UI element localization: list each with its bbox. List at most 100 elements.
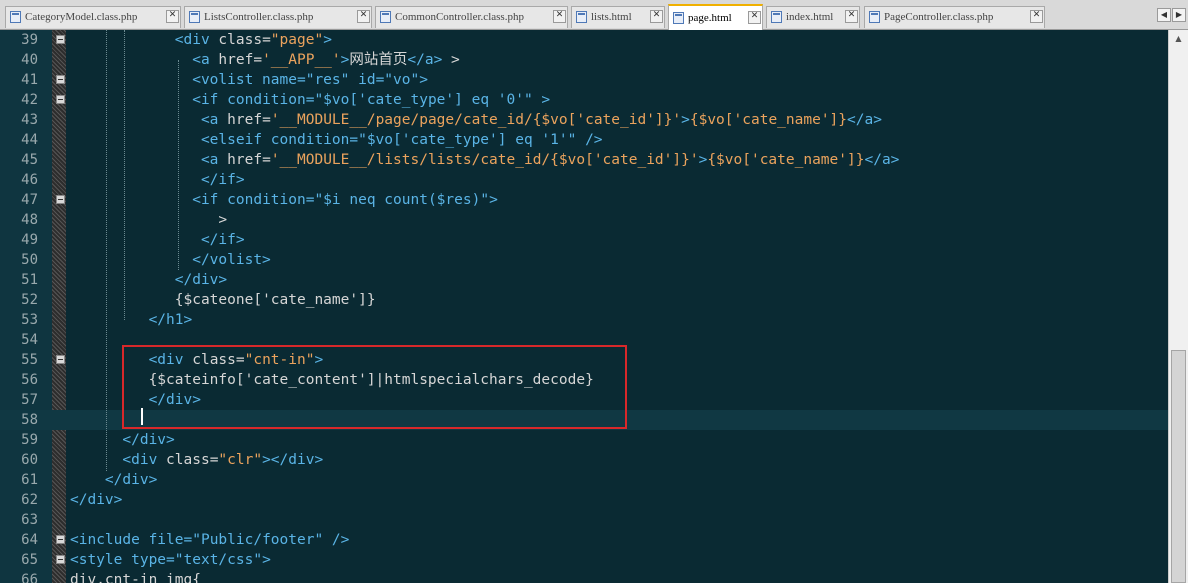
tab-page-html[interactable]: page.html ✕ xyxy=(668,4,763,30)
code-line[interactable]: 53 </h1> xyxy=(0,310,1168,330)
tab-label: lists.html xyxy=(591,11,632,23)
fold-toggle-icon[interactable] xyxy=(56,555,65,564)
tab-index-html[interactable]: index.html ✕ xyxy=(766,6,860,28)
code-line[interactable]: 64 <include file="Public/footer" /> xyxy=(0,530,1168,550)
code-line[interactable]: 44 <elseif condition="$vo['cate_type'] e… xyxy=(0,130,1168,150)
tab-scroll-left-button[interactable]: ◀ xyxy=(1157,8,1171,22)
highlight-box xyxy=(122,345,627,429)
code-line[interactable]: 52 {$cateone['cate_name']} xyxy=(0,290,1168,310)
code-editor[interactable]: 39 <div class="page"> 40 <a href='__APP__… xyxy=(0,30,1188,583)
code-token: <volist xyxy=(192,72,254,88)
line-number: 56 xyxy=(21,372,38,388)
code-token: "$i neq count($res)" xyxy=(314,192,490,208)
close-icon[interactable]: ✕ xyxy=(845,10,858,23)
fold-toggle-icon[interactable] xyxy=(56,535,65,544)
code-token: </volist> xyxy=(192,252,271,268)
code-token: ']}' xyxy=(663,152,699,168)
code-token: '__MODULE__/page/page/cate_id/{$vo[' xyxy=(270,112,586,128)
tab-label: ListsController.class.php xyxy=(204,11,314,23)
line-number: 55 xyxy=(21,352,38,368)
fold-toggle-icon[interactable] xyxy=(56,95,65,104)
tab-commoncontroller[interactable]: CommonController.class.php ✕ xyxy=(375,6,568,28)
code-line[interactable]: 48 > xyxy=(0,210,1168,230)
close-icon[interactable]: ✕ xyxy=(1030,10,1043,23)
code-token: "page" xyxy=(270,32,324,48)
line-number: 39 xyxy=(21,32,38,48)
code-line[interactable]: 65 <style type="text/css"> xyxy=(0,550,1168,570)
code-line[interactable]: 45 <a href='__MODULE__/lists/lists/cate_… xyxy=(0,150,1168,170)
code-line[interactable]: 50 </volist> xyxy=(0,250,1168,270)
code-line[interactable]: 63 xyxy=(0,510,1168,530)
close-icon[interactable]: ✕ xyxy=(650,10,663,23)
code-line[interactable]: 40 <a href='__APP__'>网站首页</a> > xyxy=(0,50,1168,70)
code-line[interactable]: 59 </div> xyxy=(0,430,1168,450)
code-line[interactable]: 41 <volist name="res" id="vo"> xyxy=(0,70,1168,90)
code-token: <include xyxy=(70,532,140,548)
code-line[interactable]: 46 </if> xyxy=(0,170,1168,190)
line-number: 54 xyxy=(21,332,38,348)
code-token: cate_name xyxy=(742,112,821,128)
scrollbar-thumb[interactable] xyxy=(1171,350,1186,583)
code-token: cate_name xyxy=(759,152,839,168)
code-line[interactable]: 62 </div> xyxy=(0,490,1168,510)
line-number: 59 xyxy=(21,432,38,448)
code-token: > xyxy=(698,152,708,168)
code-token: /> xyxy=(323,532,350,548)
code-token: "Public/footer" xyxy=(192,532,324,548)
code-token: </div> xyxy=(70,492,123,508)
code-line[interactable]: 51 </div> xyxy=(0,270,1168,290)
code-token: type= xyxy=(122,552,175,568)
close-icon[interactable]: ✕ xyxy=(748,11,761,24)
code-token: <if xyxy=(192,192,219,208)
code-line[interactable]: 49 </if> xyxy=(0,230,1168,250)
code-line[interactable]: 42 <if condition="$vo['cate_type'] eq '0… xyxy=(0,90,1168,110)
tab-lists-html[interactable]: lists.html ✕ xyxy=(571,6,665,28)
code-line[interactable]: 60 <div class="clr"></div> xyxy=(0,450,1168,470)
close-icon[interactable]: ✕ xyxy=(166,10,179,23)
close-icon[interactable]: ✕ xyxy=(553,10,566,23)
tab-pagecontroller[interactable]: PageController.class.php ✕ xyxy=(864,6,1045,28)
fold-toggle-icon[interactable] xyxy=(56,35,65,44)
code-line[interactable]: 39 <div class="page"> xyxy=(0,30,1168,50)
code-token: </a> xyxy=(847,112,882,128)
code-token: ></div> xyxy=(262,452,324,468)
tab-label: PageController.class.php xyxy=(884,11,994,23)
code-line[interactable]: 66 div.cnt-in img{ xyxy=(0,570,1168,583)
code-token: > xyxy=(218,212,228,228)
code-token: cate_id xyxy=(585,112,647,128)
code-token: </h1> xyxy=(148,312,193,328)
code-line[interactable]: 47 <if condition="$i neq count($res)"> xyxy=(0,190,1168,210)
code-text: </h1> xyxy=(70,310,193,330)
line-number: 61 xyxy=(21,472,38,488)
indent-guide xyxy=(106,30,107,471)
code-token: "text/css" xyxy=(174,552,263,568)
code-text: <a href='__APP__'>网站首页</a> > xyxy=(70,50,460,70)
code-token: id= xyxy=(349,72,385,88)
code-token: div.cnt-in img{ xyxy=(70,572,201,583)
fold-toggle-icon[interactable] xyxy=(56,195,65,204)
scroll-up-icon[interactable]: ▲ xyxy=(1169,30,1188,47)
code-line[interactable]: 43 <a href='__MODULE__/page/page/cate_id… xyxy=(0,110,1168,130)
tab-scroll-right-button[interactable]: ▶ xyxy=(1172,8,1186,22)
tab-listscontroller[interactable]: ListsController.class.php ✕ xyxy=(184,6,372,28)
code-text: <if condition="$i neq count($res)"> xyxy=(70,190,498,210)
tab-categorymodel[interactable]: CategoryModel.class.php ✕ xyxy=(5,6,181,28)
fold-toggle-icon[interactable] xyxy=(56,355,65,364)
code-line[interactable]: 61 </div> xyxy=(0,470,1168,490)
code-token: ']} xyxy=(838,152,865,168)
tab-label: CommonController.class.php xyxy=(395,11,524,23)
code-token: </a> xyxy=(407,52,443,68)
fold-toggle-icon[interactable] xyxy=(56,75,65,84)
close-icon[interactable]: ✕ xyxy=(357,10,370,23)
code-token: condition= xyxy=(218,192,315,208)
code-token: <a xyxy=(200,152,219,168)
vertical-scrollbar[interactable]: ▲ xyxy=(1168,30,1188,583)
code-token: '__APP__' xyxy=(262,52,341,68)
code-token: > xyxy=(419,72,428,88)
code-token: </div> xyxy=(174,272,228,288)
